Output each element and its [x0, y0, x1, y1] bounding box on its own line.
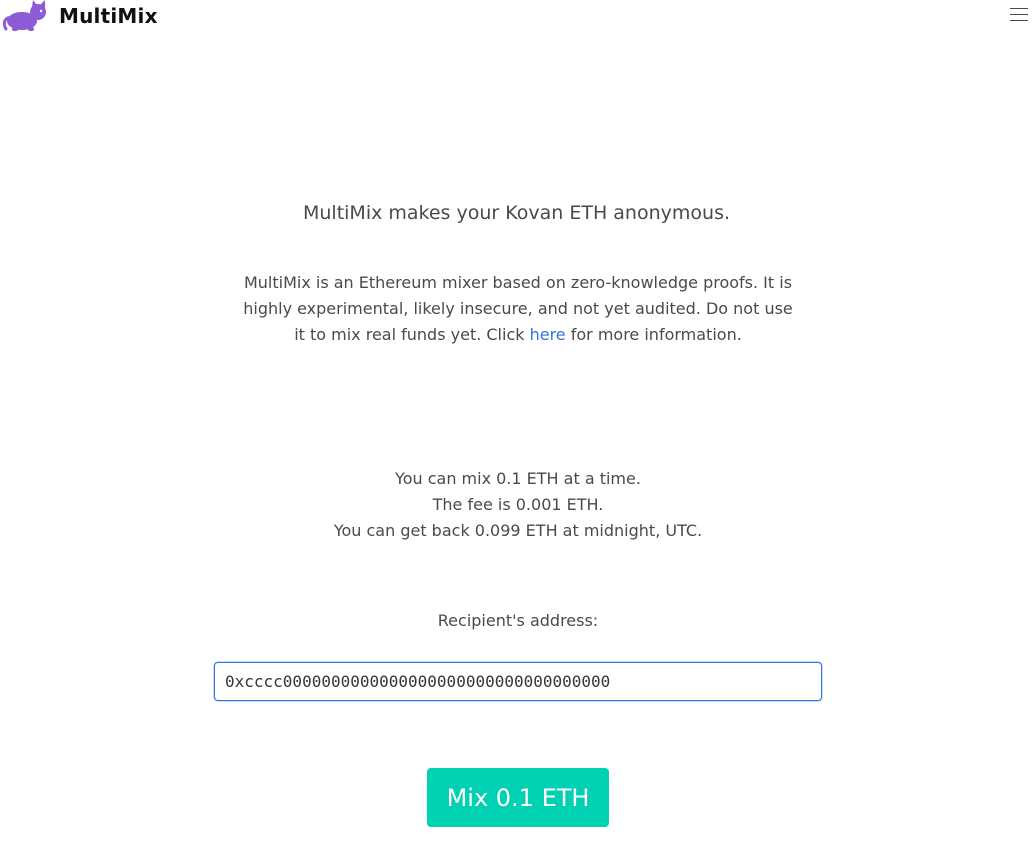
cat-icon: [2, 0, 46, 31]
more-info-link[interactable]: here: [530, 325, 566, 344]
mix-info: You can mix 0.1 ETH at a time. The fee i…: [0, 466, 1033, 544]
intro-text-end: for more information.: [565, 325, 742, 344]
navbar: MultiMix: [0, 0, 1033, 32]
info-line-fee: The fee is 0.001 ETH.: [432, 495, 604, 514]
info-line-payout: You can get back 0.099 ETH at midnight, …: [333, 521, 703, 540]
info-line-amount: You can mix 0.1 ETH at a time.: [395, 469, 641, 488]
brand-link[interactable]: MultiMix: [2, 0, 158, 32]
page-title: MultiMix makes your Kovan ETH anonymous.: [302, 202, 731, 224]
page: MultiMix MultiMix makes your Kovan ETH a…: [0, 0, 1033, 864]
recipient-label: Recipient's address:: [437, 611, 599, 630]
hamburger-menu-icon[interactable]: [1010, 8, 1028, 22]
recipient-address-input[interactable]: [214, 662, 822, 701]
intro-text: MultiMix is an Ethereum mixer based on z…: [238, 270, 798, 348]
mix-button[interactable]: Mix 0.1 ETH: [427, 768, 609, 827]
brand-name: MultiMix: [59, 4, 158, 28]
